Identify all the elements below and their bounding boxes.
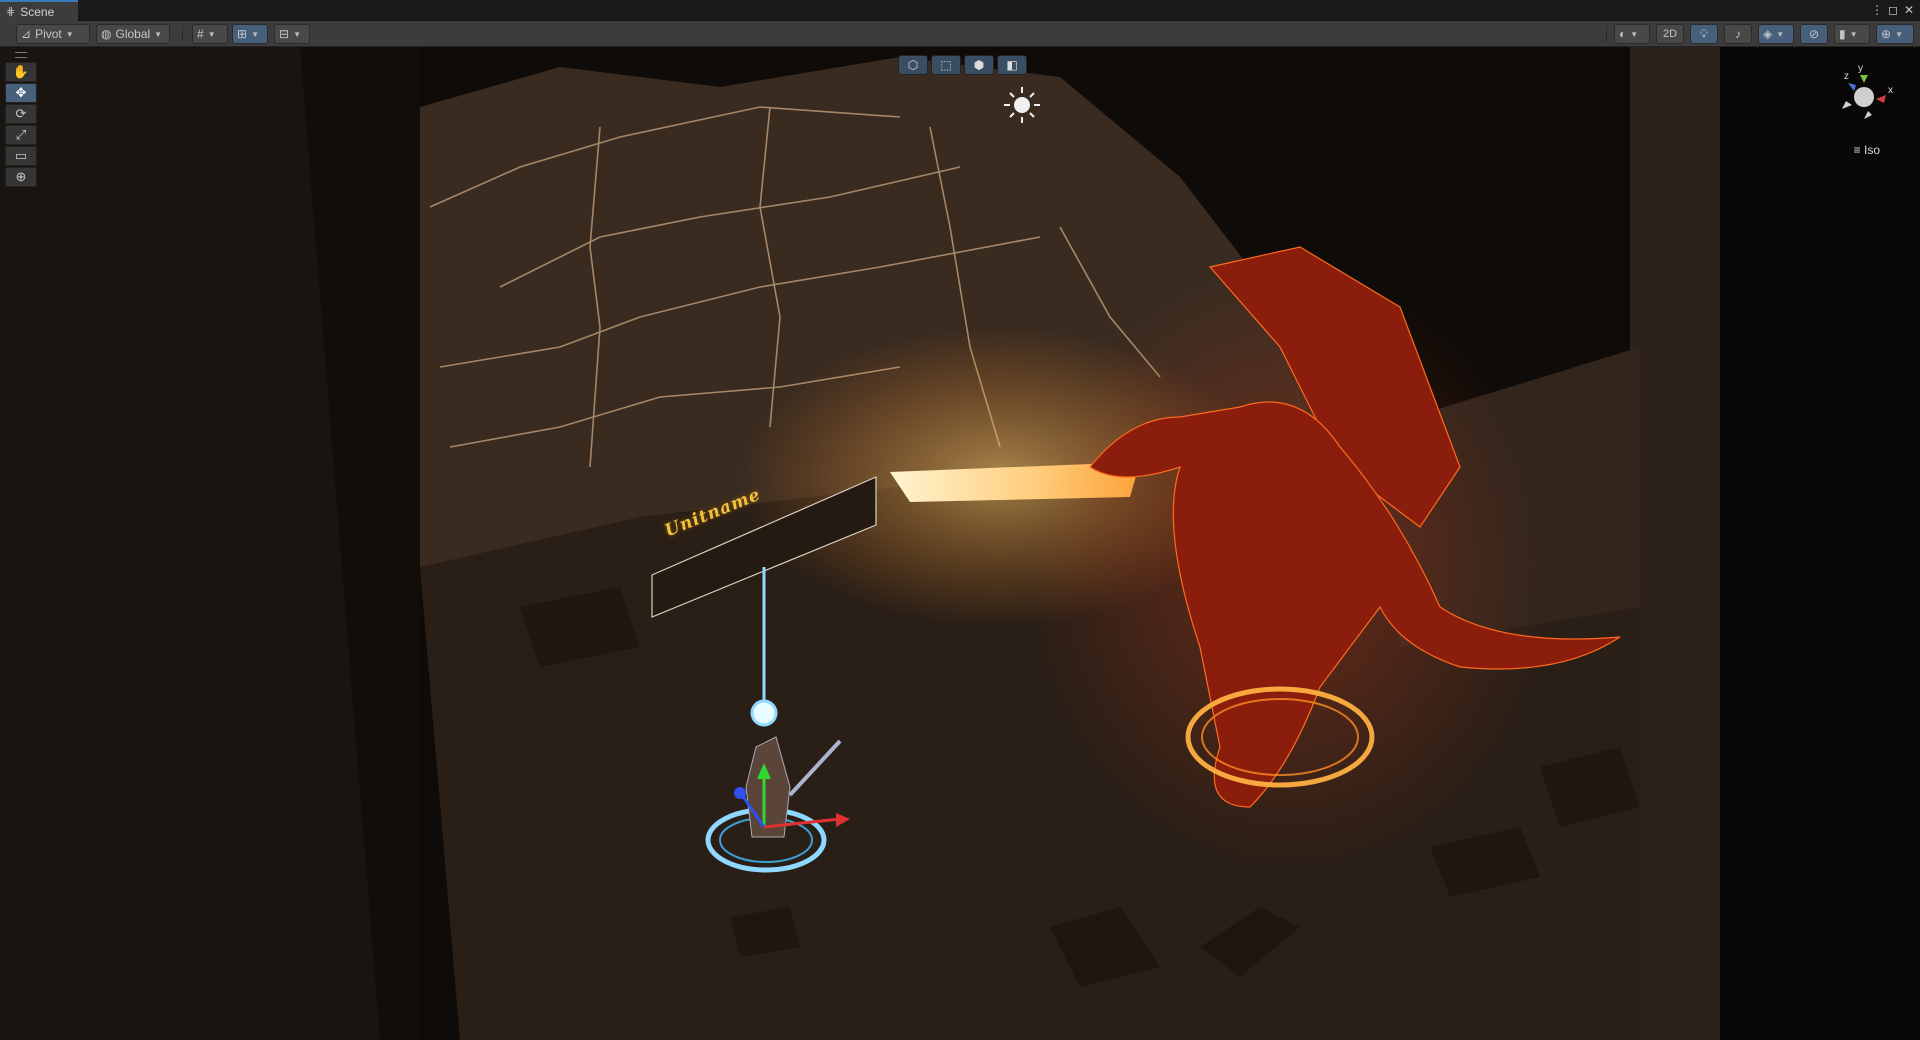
scale-tool[interactable]: ⤢ [5, 125, 37, 145]
gizmo-x-label: x [1888, 85, 1893, 96]
speaker-icon: ♪ [1735, 27, 1741, 41]
effects-dropdown[interactable]: ◈ ▼ [1758, 24, 1794, 44]
toolbar-divider [1606, 26, 1607, 42]
chevron-down-icon: ▼ [207, 29, 216, 39]
camera-dropdown[interactable]: ▮ ▼ [1834, 24, 1870, 44]
scene-toolbar: ⊿ Pivot ▼ ◍ Global ▼ # ▼ ⊞ ▼ ⊟ ▼ ◐ ▼ 2D 💡︎ ♪… [0, 21, 1920, 47]
globe-icon: ◍ [101, 27, 112, 41]
hidden-objects-toggle[interactable]: ⊘ [1800, 24, 1828, 44]
tab-scene[interactable]: ⋕ Scene [0, 0, 78, 21]
chevron-down-icon: ▼ [1849, 29, 1858, 39]
grid-visibility-button[interactable]: # ▼ [192, 24, 228, 44]
axis-gizmo-graphic: y z x [1842, 63, 1893, 119]
camera-icon: ▮ [1839, 27, 1846, 41]
chevron-down-icon: ▼ [1776, 29, 1785, 39]
rect-tool[interactable]: ▭ [5, 146, 37, 166]
grid-icon: # [197, 27, 204, 41]
draw-mode-dropdown[interactable]: ◐ ▼ [1614, 24, 1650, 44]
hand-icon: ✋ [12, 64, 30, 79]
global-dropdown[interactable]: ◍ Global ▼ [96, 24, 170, 44]
chevron-down-icon: ▼ [1630, 29, 1639, 39]
component-tools-overlay: ⬡ ⬚ ⬢ ◧ [898, 55, 1027, 75]
tool-palette: ✋ ✥ ⟳ ⤢ ▭ ⊕ [5, 52, 37, 187]
pivot-dropdown[interactable]: ⊿ Pivot ▼ [16, 24, 90, 44]
move-tool[interactable]: ✥ [5, 83, 37, 103]
transform-tool[interactable]: ⊕ [5, 167, 37, 187]
increment-snap-button[interactable]: ⊟ ▼ [274, 24, 310, 44]
hand-tool[interactable]: ✋ [5, 62, 37, 82]
bounds-tool-button[interactable]: ⬚ [931, 55, 961, 75]
shading-icon: ◐ [1619, 27, 1627, 41]
mesh-tool-button[interactable]: ⬢ [964, 55, 994, 75]
gizmos-icon: ⊕ [1881, 27, 1892, 41]
shape-tool-button[interactable]: ◧ [997, 55, 1027, 75]
scene-render [0, 47, 1920, 1040]
chevron-down-icon: ▼ [293, 29, 301, 39]
mesh-icon: ⬢ [973, 58, 985, 72]
chevron-down-icon: ▼ [251, 29, 259, 39]
shape-icon: ◧ [1006, 58, 1018, 72]
toolbar-divider [182, 26, 183, 42]
rect-icon: ▭ [14, 148, 28, 163]
gizmos-dropdown[interactable]: ⊕ ▼ [1876, 24, 1914, 44]
maximize-icon[interactable]: ◻ [1886, 2, 1900, 19]
scale-icon: ⤢ [15, 127, 27, 142]
scene-tab-icon: ⋕ [6, 6, 16, 18]
move-icon: ✥ [15, 85, 27, 100]
chevron-down-icon: ▼ [154, 29, 163, 39]
gizmo-y-label: y [1858, 63, 1863, 74]
palette-grip[interactable] [15, 52, 27, 58]
projection-toggle[interactable]: ≡ Iso [1854, 143, 1880, 157]
rotate-tool[interactable]: ⟳ [5, 104, 37, 124]
cube-tool-button[interactable]: ⬡ [898, 55, 928, 75]
menu-icon: ≡ [1853, 143, 1861, 157]
cube-icon: ⬡ [907, 58, 919, 72]
lighting-toggle[interactable]: 💡︎ [1690, 24, 1718, 44]
tab-bar: ⋕ Scene ⋮ ◻ ✕ [0, 0, 1920, 21]
close-icon[interactable]: ✕ [1902, 2, 1916, 19]
chevron-down-icon: ▼ [1895, 29, 1903, 39]
transform-icon: ⊕ [15, 169, 27, 184]
tab-scene-label: Scene [20, 4, 55, 19]
pivot-label: Pivot [35, 27, 62, 41]
mode-2d-button[interactable]: 2D [1656, 24, 1684, 44]
mode-2d-label: 2D [1662, 28, 1678, 40]
bounds-icon: ⬚ [940, 58, 952, 72]
gizmo-z-label: z [1844, 71, 1849, 82]
lightbulb-icon: 💡︎ [1699, 26, 1709, 41]
layers-icon: ◈ [1763, 27, 1773, 41]
snap-icon: ⊞ [237, 27, 248, 41]
chevron-down-icon: ▼ [65, 29, 74, 39]
global-label: Global [115, 27, 151, 41]
snap-button[interactable]: ⊞ ▼ [232, 24, 268, 44]
audio-toggle[interactable]: ♪ [1724, 24, 1752, 44]
ruler-icon: ⊟ [279, 27, 290, 41]
scene-viewport[interactable]: Unitname ✋ ✥ ⟳ ⤢ ▭ ⊕ ⬡ ⬚ ⬢ ◧ y z x ≡ Iso [0, 47, 1920, 1040]
eye-slash-icon: ⊘ [1808, 27, 1820, 41]
projection-label: Iso [1863, 143, 1880, 157]
rotate-icon: ⟳ [15, 106, 27, 121]
pivot-icon: ⊿ [21, 27, 32, 41]
more-options-icon[interactable]: ⋮ [1870, 2, 1884, 19]
